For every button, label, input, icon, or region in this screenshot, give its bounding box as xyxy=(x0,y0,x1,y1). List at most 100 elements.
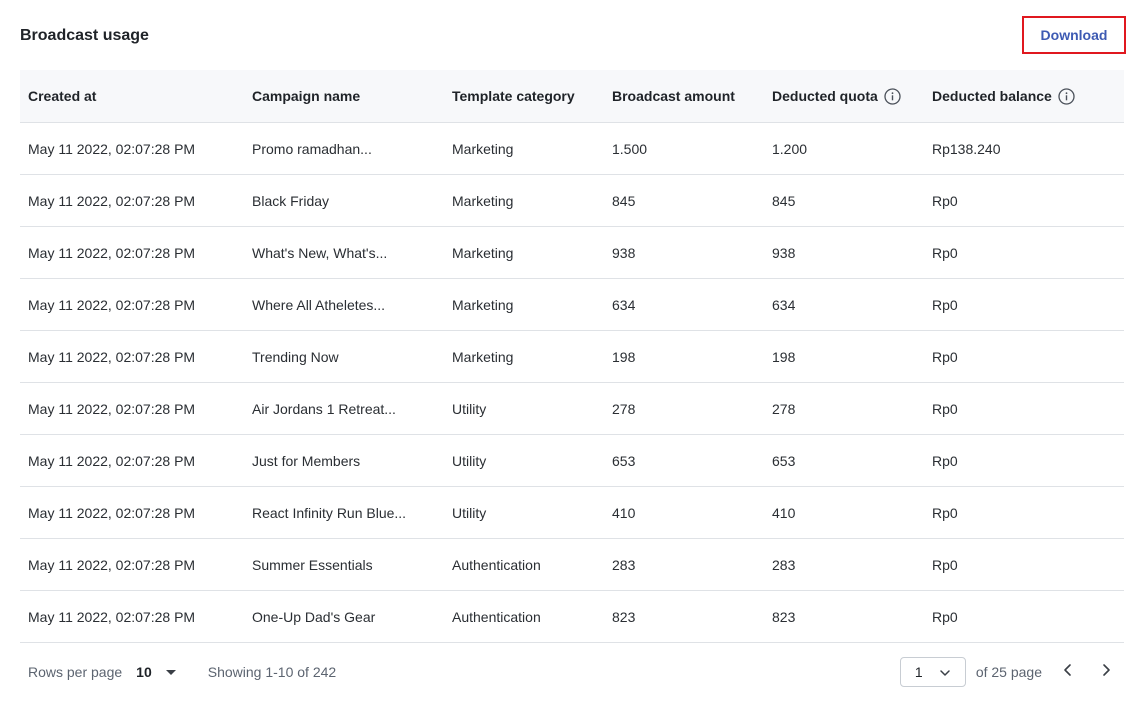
cell-campaign-name: Summer Essentials xyxy=(252,556,373,573)
table-row[interactable]: May 11 2022, 02:07:28 PM What's New, What… xyxy=(20,227,1124,279)
rows-per-page-select[interactable]: 10 xyxy=(136,664,176,680)
column-header-label: Deducted balance xyxy=(932,88,1052,104)
cell-deducted-quota: 198 xyxy=(772,348,796,365)
rows-per-page-value: 10 xyxy=(136,664,152,680)
cell-broadcast-amount: 1.500 xyxy=(612,140,648,157)
cell-created-at: May 11 2022, 02:07:28 PM xyxy=(28,140,196,157)
cell-template-category: Utility xyxy=(452,504,487,521)
cell-campaign-name: Trending Now xyxy=(252,348,339,365)
cell-template-category: Utility xyxy=(452,452,487,469)
chevron-right-icon xyxy=(1099,663,1113,682)
showing-count: Showing 1-10 of 242 xyxy=(207,664,337,680)
cell-template-category: Authentication xyxy=(452,608,541,625)
table-row[interactable]: May 11 2022, 02:07:28 PM Promo ramadhan..… xyxy=(20,123,1124,175)
rows-per-page-label: Rows per page xyxy=(28,664,123,680)
cell-created-at: May 11 2022, 02:07:28 PM xyxy=(28,296,196,313)
cell-campaign-name: Promo ramadhan... xyxy=(252,140,372,157)
cell-campaign-name: Black Friday xyxy=(252,192,330,209)
cell-deducted-quota: 410 xyxy=(772,504,796,521)
table-row[interactable]: May 11 2022, 02:07:28 PM Summer Essential… xyxy=(20,539,1124,591)
table-row[interactable]: May 11 2022, 02:07:28 PM React Infinity R… xyxy=(20,487,1124,539)
pagination-footer: Rows per page 10 Showing 1-10 of 242 1 o… xyxy=(20,656,1124,688)
info-icon[interactable] xyxy=(1058,87,1075,105)
cell-broadcast-amount: 823 xyxy=(612,608,636,625)
column-header-campaign-name[interactable]: Campaign name xyxy=(244,87,444,105)
table-row[interactable]: May 11 2022, 02:07:28 PM Where All Athele… xyxy=(20,279,1124,331)
table-row[interactable]: May 11 2022, 02:07:28 PM Just for Members… xyxy=(20,435,1124,487)
caret-down-icon xyxy=(165,669,176,675)
previous-page-button[interactable] xyxy=(1058,662,1078,682)
cell-template-category: Marketing xyxy=(452,348,514,365)
cell-deducted-balance: Rp0 xyxy=(932,452,958,469)
cell-broadcast-amount: 198 xyxy=(612,348,636,365)
column-header-label: Campaign name xyxy=(252,88,361,104)
page-number-select[interactable]: 1 xyxy=(899,657,966,687)
cell-created-at: May 11 2022, 02:07:28 PM xyxy=(28,192,196,209)
cell-template-category: Marketing xyxy=(452,296,514,313)
column-header-label: Created at xyxy=(28,88,97,104)
cell-deducted-quota: 653 xyxy=(772,452,796,469)
cell-deducted-balance: Rp138.240 xyxy=(932,140,1001,157)
column-header-broadcast-amount[interactable]: Broadcast amount xyxy=(604,87,764,105)
pager: 1 of 25 page xyxy=(899,656,1124,688)
download-button[interactable]: Download xyxy=(1022,16,1126,54)
cell-created-at: May 11 2022, 02:07:28 PM xyxy=(28,400,196,417)
cell-deducted-quota: 938 xyxy=(772,244,796,261)
chevron-left-icon xyxy=(1061,663,1075,682)
cell-deducted-balance: Rp0 xyxy=(932,244,958,261)
cell-template-category: Utility xyxy=(452,400,487,417)
cell-broadcast-amount: 653 xyxy=(612,452,636,469)
column-header-template-category[interactable]: Template category xyxy=(444,87,604,105)
cell-deducted-balance: Rp0 xyxy=(932,608,958,625)
cell-broadcast-amount: 278 xyxy=(612,400,636,417)
current-page-value: 1 xyxy=(914,664,923,680)
table-row[interactable]: May 11 2022, 02:07:28 PM Black Friday Mark… xyxy=(20,175,1124,227)
cell-deducted-balance: Rp0 xyxy=(932,192,958,209)
table-row[interactable]: May 11 2022, 02:07:28 PM Trending Now Mark… xyxy=(20,331,1124,383)
table-row[interactable]: May 11 2022, 02:07:28 PM Air Jordans 1 Re… xyxy=(20,383,1124,435)
table-header: Created at Campaign name Template catego… xyxy=(20,70,1124,123)
next-page-button[interactable] xyxy=(1096,662,1116,682)
cell-template-category: Marketing xyxy=(452,192,514,209)
cell-broadcast-amount: 634 xyxy=(612,296,636,313)
column-header-label: Deducted quota xyxy=(772,88,878,104)
cell-deducted-balance: Rp0 xyxy=(932,556,958,573)
cell-template-category: Marketing xyxy=(452,244,514,261)
cell-broadcast-amount: 410 xyxy=(612,504,636,521)
cell-deducted-balance: Rp0 xyxy=(932,400,958,417)
cell-campaign-name: Air Jordans 1 Retreat... xyxy=(252,400,396,417)
chevron-down-icon xyxy=(939,666,951,684)
cell-campaign-name: React Infinity Run Blue... xyxy=(252,504,407,521)
cell-campaign-name: Where All Atheletes... xyxy=(252,296,386,313)
cell-deducted-quota: 845 xyxy=(772,192,796,209)
info-icon[interactable] xyxy=(884,87,901,105)
table-row[interactable]: May 11 2022, 02:07:28 PM One-Up Dad's Gea… xyxy=(20,591,1124,643)
column-header-deducted-quota[interactable]: Deducted quota xyxy=(764,87,924,105)
cell-created-at: May 11 2022, 02:07:28 PM xyxy=(28,608,196,625)
cell-deducted-quota: 1.200 xyxy=(772,140,808,157)
cell-broadcast-amount: 938 xyxy=(612,244,636,261)
cell-broadcast-amount: 845 xyxy=(612,192,636,209)
total-pages-label: of 25 page xyxy=(975,664,1042,680)
cell-deducted-balance: Rp0 xyxy=(932,504,958,521)
cell-created-at: May 11 2022, 02:07:28 PM xyxy=(28,348,196,365)
cell-deducted-quota: 634 xyxy=(772,296,796,313)
cell-deducted-quota: 278 xyxy=(772,400,796,417)
column-header-deducted-balance[interactable]: Deducted balance xyxy=(924,87,1124,105)
page-title: Broadcast usage xyxy=(20,27,149,44)
table-body: May 11 2022, 02:07:28 PM Promo ramadhan..… xyxy=(20,123,1124,643)
cell-created-at: May 11 2022, 02:07:28 PM xyxy=(28,556,196,573)
cell-deducted-quota: 823 xyxy=(772,608,796,625)
cell-campaign-name: What's New, What's... xyxy=(252,244,388,261)
column-header-label: Broadcast amount xyxy=(612,88,735,104)
column-header-created-at[interactable]: Created at xyxy=(20,87,244,105)
cell-created-at: May 11 2022, 02:07:28 PM xyxy=(28,452,196,469)
column-header-label: Template category xyxy=(452,88,575,104)
cell-created-at: May 11 2022, 02:07:28 PM xyxy=(28,504,196,521)
cell-created-at: May 11 2022, 02:07:28 PM xyxy=(28,244,196,261)
cell-campaign-name: One-Up Dad's Gear xyxy=(252,608,376,625)
cell-deducted-balance: Rp0 xyxy=(932,348,958,365)
cell-campaign-name: Just for Members xyxy=(252,452,361,469)
broadcast-usage-table: Created at Campaign name Template catego… xyxy=(20,70,1124,643)
cell-deducted-quota: 283 xyxy=(772,556,796,573)
